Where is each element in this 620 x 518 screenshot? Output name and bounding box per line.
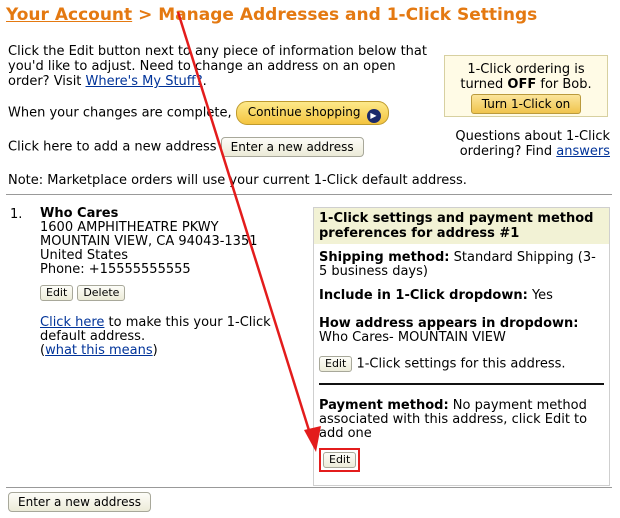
- page-heading: Manage Addresses and 1-Click Settings: [158, 5, 538, 25]
- oneclick-status-box: 1-Click ordering is turned OFF for Bob. …: [444, 55, 608, 117]
- oneclick-status-post: for Bob.: [536, 77, 592, 92]
- dropdown-appearance: How address appears in dropdown: Who Car…: [319, 317, 604, 345]
- delete-address-button[interactable]: Delete: [77, 285, 126, 301]
- continue-shopping-label: Continue shopping: [247, 105, 361, 119]
- page-title: Your Account > Manage Addresses and 1-Cl…: [6, 5, 537, 25]
- payment-edit-highlight: Edit: [319, 448, 361, 472]
- play-arrow-icon: ▶: [366, 109, 381, 123]
- make-default-text: Click here to make this your 1-Click def…: [40, 316, 300, 358]
- what-this-means-link[interactable]: what this means: [45, 343, 153, 358]
- title-separator: >: [132, 5, 159, 25]
- address-line1: 1600 AMPHITHEATRE PKWY: [40, 220, 219, 235]
- oneclick-status-line1: 1-Click ordering is: [467, 62, 585, 77]
- address-phone: Phone: +15555555555: [40, 262, 191, 277]
- enter-new-address-bottom-button[interactable]: Enter a new address: [8, 492, 151, 512]
- your-account-link[interactable]: Your Account: [6, 5, 132, 25]
- oneclick-status-pre: turned: [460, 77, 508, 92]
- intro-text: Click the Edit button next to any piece …: [8, 44, 438, 89]
- include-label: Include in 1-Click dropdown:: [319, 288, 528, 303]
- address-card: Who Cares 1600 AMPHITHEATRE PKWY MOUNTAI…: [40, 207, 300, 301]
- settings-edit-row: Edit 1-Click settings for this address.: [319, 356, 604, 372]
- include-value: Yes: [527, 288, 553, 303]
- oneclick-settings-panel: 1-Click settings and payment method pref…: [313, 207, 610, 486]
- edit-payment-method-button[interactable]: Edit: [323, 452, 357, 468]
- oneclick-status-off: OFF: [507, 77, 537, 92]
- address-country: United States: [40, 248, 129, 263]
- continue-text: When your changes are complete,: [8, 105, 232, 121]
- divider-bottom: [6, 487, 612, 488]
- continue-row: When your changes are complete, Continue…: [8, 101, 389, 125]
- oneclick-status-line2: turned OFF for Bob.: [445, 77, 607, 92]
- address-line2: MOUNTAIN VIEW, CA 94043-1351: [40, 234, 258, 249]
- address-name: Who Cares: [40, 206, 119, 221]
- intro-sentence: Click the Edit button next to any piece …: [8, 44, 427, 89]
- address-number: 1.: [10, 207, 23, 222]
- add-new-address-row: Click here to add a new address Enter a …: [8, 137, 364, 157]
- turn-oneclick-on-button[interactable]: Turn 1-Click on: [470, 94, 582, 114]
- include-dropdown: Include in 1-Click dropdown: Yes: [319, 289, 604, 303]
- add-new-address-text: Click here to add a new address: [8, 139, 217, 155]
- address-actions: Edit Delete: [40, 285, 300, 301]
- panel-body: Shipping method: Standard Shipping (3-5 …: [314, 251, 609, 472]
- wheres-my-stuff-link[interactable]: Where's My Stuff?: [86, 74, 203, 89]
- paren-close: ): [152, 343, 158, 358]
- intro-period: .: [202, 74, 207, 89]
- edit-address-button[interactable]: Edit: [40, 285, 74, 301]
- payment-method: Payment method: No payment method associ…: [319, 399, 604, 441]
- shipping-label: Shipping method:: [319, 250, 450, 265]
- panel-heading: 1-Click settings and payment method pref…: [314, 208, 609, 244]
- panel-divider: [319, 383, 604, 385]
- continue-shopping-button[interactable]: Continue shopping ▶: [235, 101, 389, 125]
- appears-label: How address appears in dropdown:: [319, 316, 579, 331]
- answers-link[interactable]: answers: [556, 144, 610, 159]
- divider-top: [6, 194, 612, 195]
- settings-edit-text: 1-Click settings for this address.: [356, 356, 566, 372]
- make-default-link[interactable]: Click here: [40, 315, 104, 330]
- marketplace-note: Note: Marketplace orders will use your c…: [8, 173, 467, 188]
- payment-label: Payment method:: [319, 398, 449, 413]
- enter-new-address-button[interactable]: Enter a new address: [220, 137, 364, 157]
- shipping-method: Shipping method: Standard Shipping (3-5 …: [319, 251, 604, 279]
- edit-oneclick-settings-button[interactable]: Edit: [319, 356, 353, 372]
- oneclick-questions: Questions about 1-Click ordering? Find a…: [430, 129, 610, 159]
- appears-value: Who Cares- MOUNTAIN VIEW: [319, 330, 506, 345]
- bottom-actions: Enter a new address: [8, 492, 151, 512]
